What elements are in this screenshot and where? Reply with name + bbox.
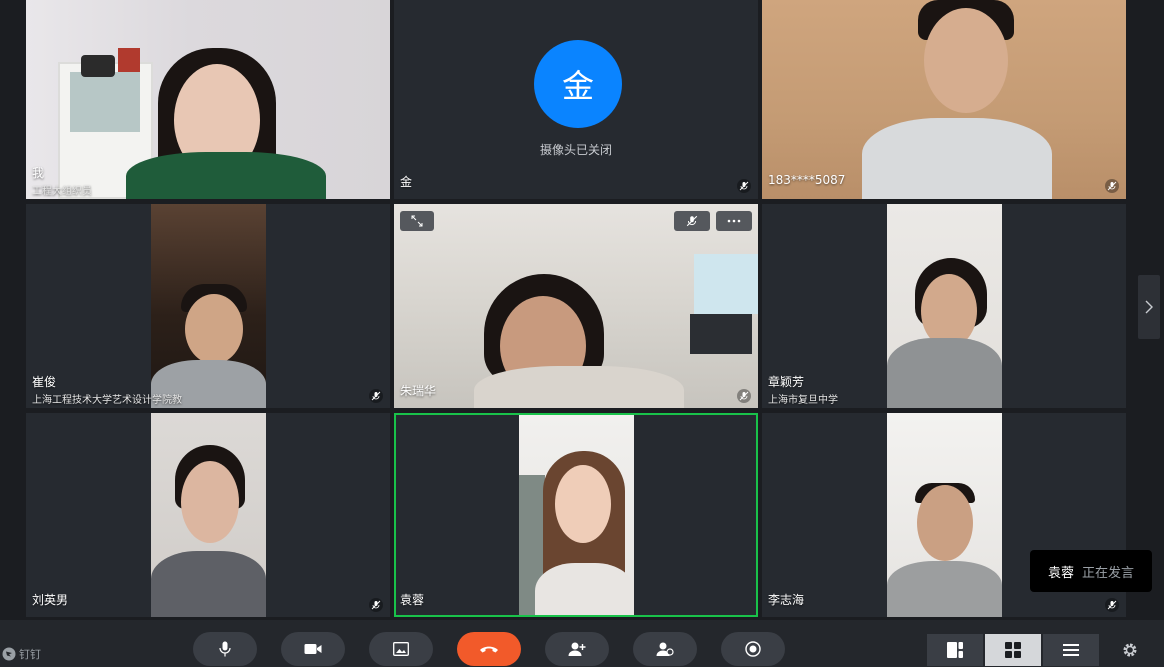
- speaker-name: 袁蓉: [1047, 565, 1074, 581]
- video-feed: [151, 204, 266, 408]
- mic-muted-icon: [369, 598, 383, 612]
- record-button[interactable]: [721, 632, 785, 666]
- screen-share-button[interactable]: [369, 632, 433, 666]
- mic-muted-icon: [1105, 598, 1119, 612]
- speaker-layout-button[interactable]: [927, 634, 983, 666]
- tv: [690, 314, 752, 354]
- person-figure: [151, 284, 266, 408]
- video-feed: [151, 413, 266, 617]
- call-toolbar: [0, 620, 1164, 667]
- record-icon: [745, 641, 761, 657]
- member-manage-button[interactable]: [633, 632, 697, 666]
- hangup-button[interactable]: [457, 632, 521, 666]
- person-figure: [529, 451, 634, 615]
- add-member-icon: [568, 642, 586, 656]
- person-figure: [464, 274, 684, 408]
- participant-org: 上海市复旦中学: [768, 395, 838, 406]
- dingtalk-icon: [2, 647, 16, 661]
- member-manage-icon: [656, 642, 674, 656]
- video-feed: [887, 204, 1002, 408]
- mic-muted-icon: [369, 389, 383, 403]
- active-speaker-indicator: 袁蓉 正在发言: [1030, 550, 1152, 592]
- window-light: [694, 254, 758, 314]
- hangup-icon: [480, 646, 498, 653]
- video-feed: [519, 415, 634, 615]
- participant-tile-183[interactable]: 183****5087: [762, 0, 1126, 199]
- add-member-button[interactable]: [545, 632, 609, 666]
- participant-tile-yuanrong[interactable]: 袁蓉: [394, 413, 758, 617]
- person-figure: [887, 254, 1002, 408]
- video-feed: [887, 413, 1002, 617]
- video-feed: [762, 0, 1126, 199]
- participant-tile-zhangyingfang[interactable]: 章颖芳 上海市复旦中学: [762, 204, 1126, 408]
- more-icon: [727, 219, 741, 223]
- mic-icon: [219, 641, 231, 657]
- participant-name: 金: [400, 175, 413, 189]
- mic-muted-icon: [737, 389, 751, 403]
- mic-muted-icon: [737, 179, 751, 193]
- participant-name: 朱瑞华: [400, 384, 437, 398]
- participant-name: 章颖芳: [768, 375, 805, 389]
- brand-name: 钉钉: [19, 648, 41, 661]
- speaking-label: 正在发言: [1082, 565, 1135, 581]
- participant-name: 崔俊: [32, 375, 57, 389]
- camera-icon: [304, 644, 322, 654]
- brand-logo: 钉钉: [2, 646, 41, 662]
- chevron-right-icon: [1145, 300, 1153, 314]
- bag: [81, 55, 115, 77]
- participant-name: 袁蓉: [400, 593, 425, 607]
- speaker-layout-icon: [947, 642, 963, 658]
- participant-name: 183****5087: [768, 173, 846, 187]
- settings-button[interactable]: [1121, 641, 1139, 659]
- video-feed: [394, 204, 758, 408]
- person-figure: [862, 0, 1052, 199]
- participant-tile-jin[interactable]: 金 摄像头已关闭 金: [394, 0, 758, 199]
- participant-tile-zhuruihua[interactable]: 朱瑞华: [394, 204, 758, 408]
- mute-participant-button[interactable]: [674, 211, 710, 231]
- participant-name: 我: [32, 166, 45, 180]
- person-figure: [126, 40, 346, 199]
- participant-role: 工程大组织员: [32, 186, 92, 197]
- person-figure: [151, 443, 266, 617]
- mic-muted-icon: [1105, 179, 1119, 193]
- fullscreen-button[interactable]: [400, 211, 434, 231]
- video-grid: 我 工程大组织员 金 摄像头已关闭 金 183****5087 崔俊 上海工程技…: [0, 0, 1164, 620]
- participant-org: 上海工程技术大学艺术设计学院教: [32, 395, 182, 406]
- video-feed: [26, 0, 390, 199]
- screen-share-icon: [393, 642, 409, 656]
- participant-name: 刘英男: [32, 593, 69, 607]
- participant-name: 李志海: [768, 593, 805, 607]
- expand-icon: [411, 215, 423, 227]
- next-page-button[interactable]: [1138, 275, 1160, 339]
- person-figure: [887, 477, 1002, 617]
- grid-layout-button[interactable]: [985, 634, 1041, 666]
- grid-layout-icon: [1005, 642, 1021, 658]
- camera-off-status: 摄像头已关闭: [539, 143, 612, 157]
- avatar: 金: [534, 40, 622, 128]
- more-options-button[interactable]: [716, 211, 752, 231]
- participant-tile-cuijun[interactable]: 崔俊 上海工程技术大学艺术设计学院教: [26, 204, 390, 408]
- participant-tile-me[interactable]: 我 工程大组织员: [26, 0, 390, 199]
- list-layout-icon: [1063, 644, 1079, 656]
- mic-button[interactable]: [193, 632, 257, 666]
- camera-button[interactable]: [281, 632, 345, 666]
- mic-muted-icon: [686, 215, 698, 227]
- participant-tile-liuyingnan[interactable]: 刘英男: [26, 413, 390, 617]
- list-layout-button[interactable]: [1043, 634, 1099, 666]
- gear-icon: [1123, 643, 1137, 657]
